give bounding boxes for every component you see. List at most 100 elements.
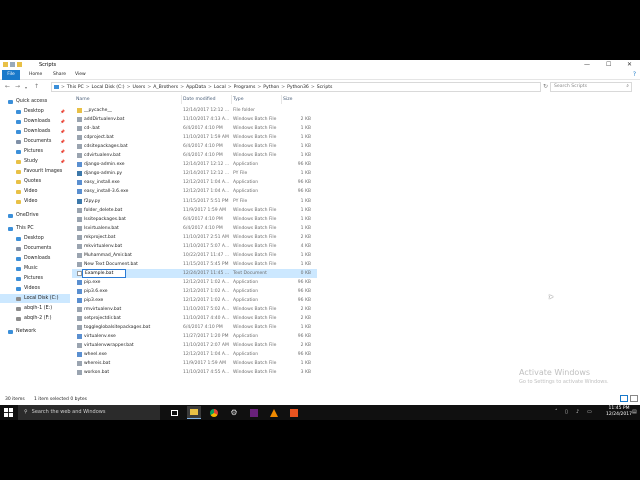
file-row[interactable]: addDirtualenv.bat 11/10/2017 4:13 A... Win…: [72, 115, 317, 124]
file-row[interactable]: easy_install-3.6.exe 12/12/2017 1:04 A...…: [72, 187, 317, 196]
breadcrumb-separator[interactable]: >: [257, 85, 261, 90]
file-row[interactable]: rmvirtualenv.bat 11/10/2017 5:02 A... Wind…: [72, 305, 317, 314]
nav-item-2[interactable]: Downloads 📌: [0, 127, 70, 136]
file-row[interactable]: f2py.py 11/15/2017 5:51 PM PY File 1 KB: [72, 197, 317, 206]
breadcrumb-separator[interactable]: >: [86, 85, 90, 90]
file-row[interactable]: virtualenv.exe 11/27/2017 1:20 PM Applicat…: [72, 332, 317, 341]
breadcrumb-separator[interactable]: >: [127, 85, 131, 90]
file-row[interactable]: virtualenvwrapper.bat 11/10/2017 2:07 AM W…: [72, 341, 317, 350]
file-row[interactable]: django-admin.py 12/14/2017 12:12 ... PY Fi…: [72, 169, 317, 178]
language-icon[interactable]: ▭: [587, 409, 592, 415]
nav-item-9[interactable]: Video: [0, 197, 70, 206]
file-row[interactable]: cdsitepackages.bat 6/4/2017 4:10 PM Window…: [72, 142, 317, 151]
tab-view[interactable]: View: [75, 70, 86, 80]
close-button[interactable]: ✕: [627, 61, 632, 68]
nav-pc-item-6[interactable]: Local Disk (C:): [0, 294, 70, 303]
breadcrumb-separator[interactable]: >: [281, 85, 285, 90]
file-row[interactable]: mkvirtualenv.bat 11/10/2017 5:07 A... Wind…: [72, 242, 317, 251]
breadcrumb-separator[interactable]: >: [228, 85, 232, 90]
nav-pc-item-0[interactable]: Desktop: [0, 234, 70, 243]
file-row[interactable]: toggleglobalsitepackages.bat 6/4/2017 4:1…: [72, 323, 317, 332]
nav-item-7[interactable]: Quotes: [0, 177, 70, 186]
file-row[interactable]: Example.bat 12/24/2017 11:45 ... Text Docu…: [72, 268, 317, 278]
file-row[interactable]: cdproject.bat 11/10/2017 1:59 AM Windows B…: [72, 133, 317, 142]
tab-file[interactable]: File: [2, 70, 20, 80]
back-arrow-icon[interactable]: ←: [5, 83, 10, 90]
breadcrumb-appdata[interactable]: AppData: [186, 85, 206, 90]
vlc-icon[interactable]: [267, 406, 281, 419]
file-row[interactable]: Muhammad_Amir.bat 10/22/2017 11:47 ... Win…: [72, 251, 317, 260]
file-row[interactable]: wheel.exe 12/12/2017 1:04 A... Application…: [72, 350, 317, 359]
column-size[interactable]: Size: [283, 97, 292, 102]
nav-pc-item-8[interactable]: abqih-2 (F:): [0, 314, 70, 323]
media-app-icon[interactable]: [287, 406, 301, 419]
address-bar[interactable]: > This PC > Local Disk (C:) > Users > A_…: [51, 82, 541, 92]
file-row[interactable]: django-admin.exe 12/14/2017 12:12 ... Appl…: [72, 160, 317, 169]
network-icon[interactable]: ▯: [565, 409, 568, 415]
help-icon[interactable]: ?: [633, 71, 636, 78]
file-row[interactable]: cd-.bat 6/4/2017 4:10 PM Windows Batch Fil…: [72, 124, 317, 133]
nav-quick-access[interactable]: Quick access: [0, 97, 70, 106]
nav-pc-item-2[interactable]: Downloads: [0, 254, 70, 263]
nav-item-5[interactable]: Study 📌: [0, 157, 70, 166]
file-row[interactable]: __pycache__ 12/14/2017 12:12 ... File fold…: [72, 106, 317, 115]
file-row[interactable]: lssitepackages.bat 6/4/2017 4:10 PM Window…: [72, 215, 317, 224]
column-date-modified[interactable]: Date modified: [183, 97, 216, 102]
forward-arrow-icon[interactable]: →: [15, 83, 20, 90]
file-row[interactable]: workon.bat 11/10/2017 4:55 A... Windows Ba…: [72, 368, 317, 377]
nav-this-pc[interactable]: This PC: [0, 224, 70, 233]
visual-studio-icon[interactable]: [247, 406, 261, 419]
nav-pc-item-4[interactable]: Pictures: [0, 274, 70, 283]
column-name[interactable]: Name: [76, 97, 90, 102]
file-row[interactable]: lsvirtualenv.bat 6/4/2017 4:10 PM Windows …: [72, 224, 317, 233]
file-row[interactable]: folder_delete.bat 11/9/2017 1:59 AM Window…: [72, 206, 317, 215]
settings-gear-icon[interactable]: ⚙: [227, 406, 241, 419]
new-folder-icon[interactable]: [17, 62, 22, 67]
refresh-icon[interactable]: ↻: [543, 83, 548, 90]
recent-chevron-icon[interactable]: ▾: [25, 85, 27, 90]
system-clock[interactable]: 11:45 PM 12/24/2017: [606, 406, 632, 418]
file-row[interactable]: easy_install.exe 12/12/2017 1:04 A... Appl…: [72, 178, 317, 187]
chrome-icon[interactable]: [207, 406, 221, 419]
task-view-icon[interactable]: [167, 406, 181, 419]
breadcrumb-separator[interactable]: >: [208, 85, 212, 90]
file-row[interactable]: pip3.6.exe 12/12/2017 1:02 A... Applicatio…: [72, 287, 317, 296]
breadcrumb-this-pc[interactable]: This PC: [67, 85, 84, 90]
file-row[interactable]: cdvirtualenv.bat 6/4/2017 4:10 PM Windows …: [72, 151, 317, 160]
file-row[interactable]: whereis.bat 11/9/2017 1:59 AM Windows Batc…: [72, 359, 317, 368]
nav-item-3[interactable]: Documents 📌: [0, 137, 70, 146]
breadcrumb-python[interactable]: Python: [263, 85, 279, 90]
tab-home[interactable]: Home: [29, 70, 42, 80]
file-row[interactable]: mkproject.bat 11/10/2017 2:51 AM Windows B…: [72, 233, 317, 242]
rename-input[interactable]: Example.bat: [82, 268, 126, 278]
taskbar-search-input[interactable]: ⚲ Search the web and Windows: [18, 405, 160, 420]
file-row[interactable]: pip.exe 12/12/2017 1:02 A... Application 96…: [72, 278, 317, 287]
breadcrumb-users[interactable]: Users: [132, 85, 145, 90]
breadcrumb-separator[interactable]: >: [180, 85, 184, 90]
windows-start-icon[interactable]: [4, 408, 13, 417]
search-input[interactable]: Search Scripts ⌕: [550, 82, 632, 92]
breadcrumb-python36[interactable]: Python36: [287, 85, 309, 90]
tray-chevron-icon[interactable]: ˄: [555, 409, 558, 415]
file-explorer-icon[interactable]: [187, 406, 201, 419]
volume-icon[interactable]: ♪: [576, 409, 579, 415]
file-row[interactable]: New Text Document.bat 11/15/2017 5:45 PM W…: [72, 260, 317, 269]
nav-item-8[interactable]: Video: [0, 187, 70, 196]
maximize-button[interactable]: ☐: [606, 61, 611, 68]
up-arrow-icon[interactable]: ↑: [34, 83, 39, 90]
nav-pc-item-5[interactable]: Videos: [0, 284, 70, 293]
nav-item-4[interactable]: Pictures 📌: [0, 147, 70, 156]
breadcrumb-user[interactable]: A_Brothers: [153, 85, 178, 90]
breadcrumb-local-disk[interactable]: Local Disk (C:): [92, 85, 125, 90]
breadcrumb-separator[interactable]: >: [311, 85, 315, 90]
tab-share[interactable]: Share: [53, 70, 66, 80]
breadcrumb-scripts[interactable]: Scripts: [317, 85, 333, 90]
breadcrumb-programs[interactable]: Programs: [234, 85, 256, 90]
nav-network[interactable]: Network: [0, 327, 70, 336]
column-type[interactable]: Type: [233, 97, 244, 102]
details-view-icon[interactable]: [620, 395, 628, 402]
large-icons-view-icon[interactable]: [630, 395, 638, 402]
title-bar[interactable]: Scripts — ☐ ✕: [0, 60, 640, 70]
nav-pc-item-3[interactable]: Music: [0, 264, 70, 273]
minimize-button[interactable]: —: [584, 61, 590, 68]
